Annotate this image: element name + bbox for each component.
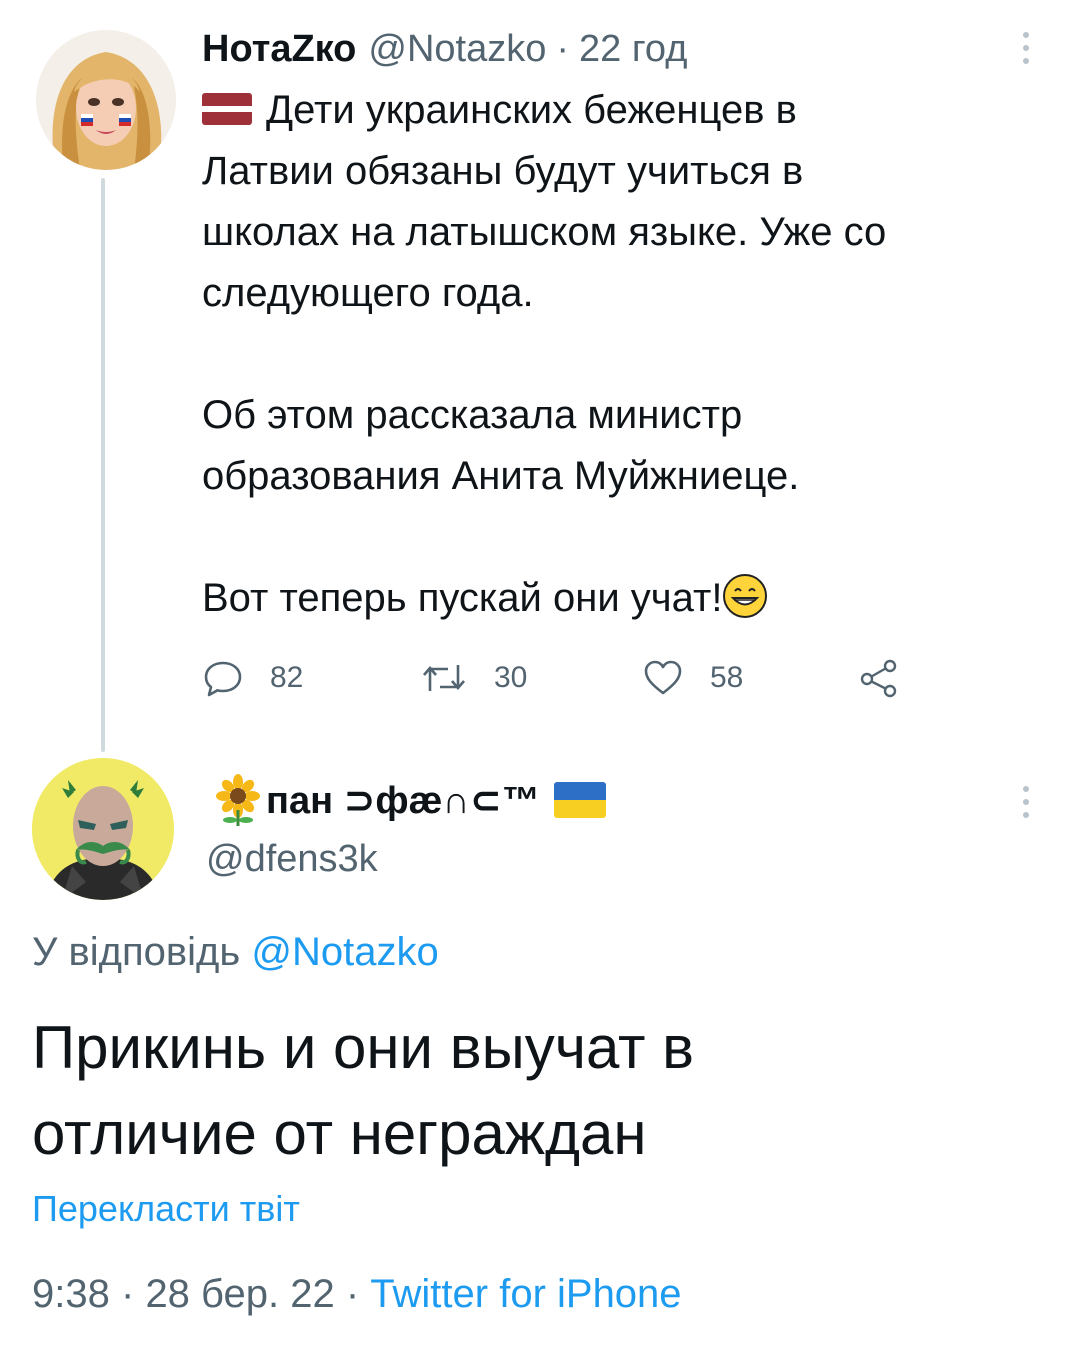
reply-button[interactable]: 82 bbox=[202, 650, 303, 706]
author-name: пан ⊃фæ∩⊂™ bbox=[266, 779, 540, 822]
share-icon bbox=[860, 659, 897, 698]
tweet-line bbox=[202, 324, 1052, 385]
author-avatar[interactable] bbox=[32, 758, 174, 900]
tweet-time[interactable]: 9:38 bbox=[32, 1272, 110, 1316]
author-name[interactable]: НотаZко bbox=[202, 28, 356, 71]
separator-dot: · bbox=[556, 27, 570, 70]
tweet-text: Дети украинских беженцев в Латвии обязан… bbox=[202, 80, 1052, 629]
separator-dot: · bbox=[120, 1272, 135, 1316]
retweet-button[interactable]: 30 bbox=[420, 650, 527, 706]
more-options-icon[interactable] bbox=[1006, 28, 1046, 68]
tweet-time[interactable]: 22 год bbox=[579, 28, 687, 71]
share-button[interactable] bbox=[858, 650, 900, 706]
tweet-text: Прикинь и они выучат в отличие от неграж… bbox=[32, 1005, 694, 1177]
tweet-line: отличие от неграждан bbox=[32, 1100, 647, 1167]
retweet-icon bbox=[423, 665, 465, 691]
reply-prefix: У відповідь bbox=[32, 930, 241, 974]
heart-icon bbox=[644, 660, 682, 695]
tweet-date[interactable]: 28 бер. 22 bbox=[145, 1272, 334, 1316]
tweet-line: Латвии обязаны будут учиться в bbox=[202, 149, 804, 193]
more-options-icon[interactable] bbox=[1006, 782, 1046, 822]
tweet-line: следующего года. bbox=[202, 271, 534, 315]
reply-icon bbox=[204, 661, 242, 697]
grinning-emoji-icon bbox=[723, 574, 768, 618]
tweet-line: школах на латышском языке. Уже со bbox=[202, 210, 887, 254]
author-name-row[interactable]: пан ⊃фæ∩⊂™ bbox=[212, 772, 606, 828]
tweet-line: Вот теперь пускай они учат! bbox=[202, 568, 1052, 629]
reply-context: У відповідь @Notazko bbox=[32, 930, 439, 975]
reply-mention-link[interactable]: @Notazko bbox=[251, 930, 438, 974]
like-button[interactable]: 58 bbox=[642, 650, 743, 706]
tweet-line: Дети украинских беженцев в bbox=[202, 80, 1052, 141]
thread-connector-line bbox=[101, 178, 105, 752]
translate-tweet-link[interactable]: Перекласти твіт bbox=[32, 1188, 300, 1230]
tweet-line bbox=[202, 507, 1052, 568]
ukraine-flag-icon bbox=[553, 782, 606, 818]
tweet-line: Об этом рассказала министр bbox=[202, 393, 743, 437]
author-handle[interactable]: @Notazko bbox=[368, 28, 546, 71]
separator-dot: · bbox=[345, 1272, 360, 1316]
like-count: 58 bbox=[710, 661, 744, 694]
tweet-line: образования Анита Муйжниеце. bbox=[202, 454, 800, 498]
tweet-actions: 82 30 58 bbox=[202, 650, 922, 706]
tweet-header: НотаZко @Notazko · 22 год bbox=[202, 24, 687, 74]
tweet-source-link[interactable]: Twitter for iPhone bbox=[370, 1272, 681, 1316]
author-avatar[interactable] bbox=[36, 30, 176, 170]
latvia-flag-icon bbox=[202, 93, 252, 125]
retweet-count: 30 bbox=[494, 661, 528, 694]
tweet-meta: 9:38 · 28 бер. 22 · Twitter for iPhone bbox=[32, 1272, 682, 1317]
reply-count: 82 bbox=[270, 661, 304, 694]
tweet-line: Прикинь и они выучат в bbox=[32, 1014, 695, 1081]
author-handle[interactable]: @dfens3k bbox=[206, 838, 378, 881]
sunflower-emoji-icon bbox=[216, 774, 260, 826]
